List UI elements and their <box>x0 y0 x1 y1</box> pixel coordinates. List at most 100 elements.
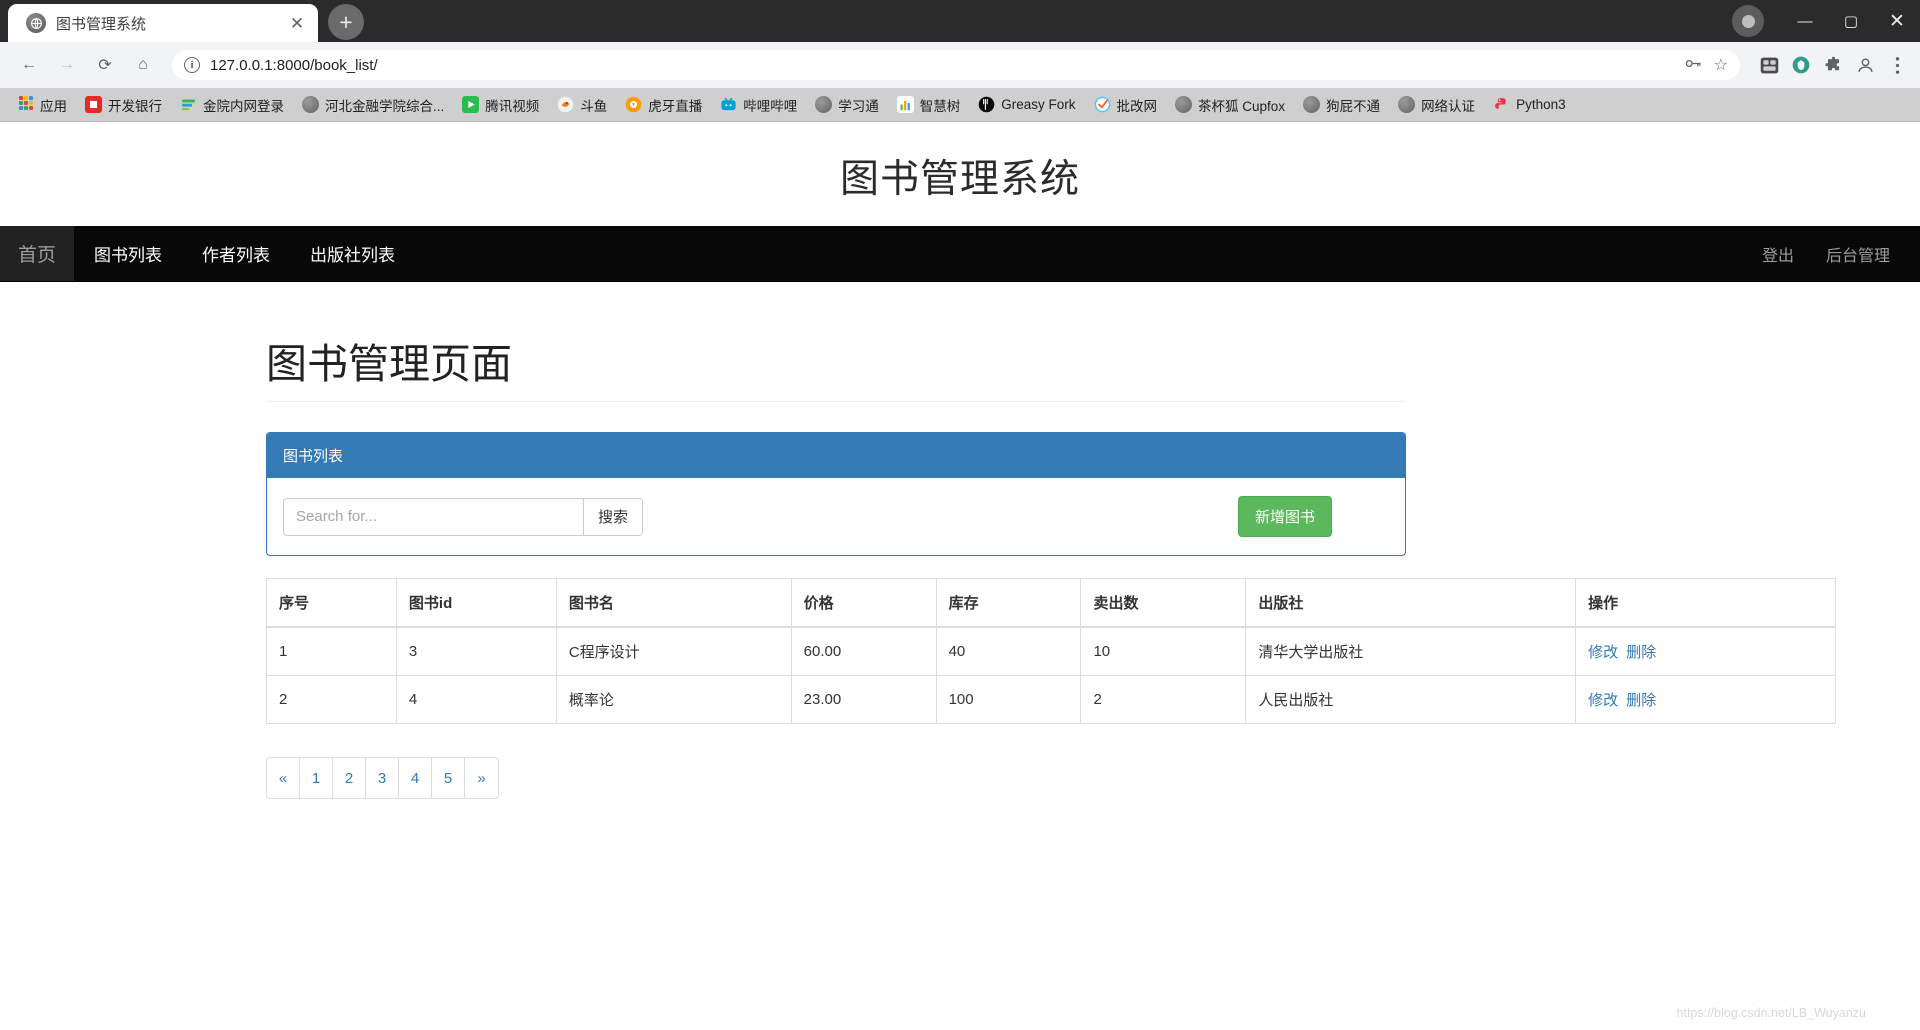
bookmark-zhihuishu[interactable]: 智慧树 <box>890 92 968 118</box>
url-text: 127.0.0.1:8000/book_list/ <box>210 56 378 74</box>
window-controls: — ▢ ✕ <box>1732 0 1920 42</box>
bookmark-pigai[interactable]: 批改网 <box>1087 92 1165 118</box>
bookmark-huya[interactable]: 虎牙直播 <box>618 92 709 118</box>
column-header-stock: 库存 <box>935 578 1082 628</box>
bookmark-label: 哔哩哔哩 <box>743 98 798 114</box>
check-icon <box>1094 96 1111 113</box>
nav-item-book-list[interactable]: 图书列表 <box>74 226 182 281</box>
window-close-button[interactable]: ✕ <box>1874 0 1920 42</box>
table-row: 1 3 C程序设计 60.00 40 10 清华大学出版社 修改 删除 <box>266 626 1836 676</box>
tab-title: 图书管理系统 <box>56 15 147 33</box>
browser-tab[interactable]: 图书管理系统 ✕ <box>8 4 318 42</box>
fish-icon <box>557 96 574 113</box>
profile-avatar-icon[interactable] <box>1854 54 1876 76</box>
address-bar[interactable]: i 127.0.0.1:8000/book_list/ ☆ <box>172 50 1740 80</box>
browser-toolbar: ← → ⟳ ⌂ i 127.0.0.1:8000/book_list/ ☆ <box>0 42 1920 88</box>
page-5[interactable]: 5 <box>432 758 465 798</box>
bookmark-label: 斗鱼 <box>580 98 608 114</box>
bookmark-label: Python3 <box>1516 97 1566 112</box>
bookmark-label: 学习通 <box>838 98 879 114</box>
reload-icon[interactable]: ⟳ <box>88 48 122 82</box>
cell-sold: 2 <box>1080 675 1247 724</box>
delete-link[interactable]: 删除 <box>1626 644 1656 661</box>
new-tab-button[interactable]: + <box>328 4 364 40</box>
bookmark-apps[interactable]: 应用 <box>10 92 74 118</box>
panel-body: 搜索 新增图书 <box>267 478 1405 555</box>
bookmark-goupi[interactable]: 狗屁不通 <box>1296 92 1387 118</box>
delete-link[interactable]: 删除 <box>1626 692 1656 709</box>
search-input[interactable] <box>283 497 583 536</box>
menu-icon[interactable] <box>1886 54 1908 76</box>
close-icon[interactable]: ✕ <box>286 12 308 34</box>
add-book-button[interactable]: 新增图书 <box>1238 496 1333 537</box>
bookmark-network-auth[interactable]: 网络认证 <box>1391 92 1482 118</box>
globe-icon <box>26 13 46 33</box>
cell-price: 23.00 <box>790 675 937 724</box>
bookmark-cupfox[interactable]: 茶杯狐 Cupfox <box>1168 92 1292 118</box>
bookmark-label: 狗屁不通 <box>1326 98 1381 114</box>
cell-book-name: 概率论 <box>555 675 792 724</box>
bookmark-label: 金院内网登录 <box>203 98 284 114</box>
cell-price: 60.00 <box>790 626 937 676</box>
bookmark-greasy-fork[interactable]: Greasy Fork <box>971 93 1082 116</box>
extension-icon[interactable] <box>1758 54 1780 76</box>
nav-item-logout[interactable]: 登出 <box>1746 226 1810 281</box>
bookmark-python3[interactable]: Python3 <box>1486 93 1573 116</box>
cell-sold: 10 <box>1080 626 1247 676</box>
page-1[interactable]: 1 <box>300 758 333 798</box>
bookmark-bank[interactable]: 开发银行 <box>78 92 169 118</box>
nav-item-admin[interactable]: 后台管理 <box>1810 226 1906 281</box>
cell-index: 2 <box>266 675 397 724</box>
home-icon[interactable]: ⌂ <box>126 48 160 82</box>
key-icon[interactable] <box>1685 57 1702 74</box>
table-row: 2 4 概率论 23.00 100 2 人民出版社 修改 删除 <box>266 675 1836 724</box>
bookmark-label: 河北金融学院综合... <box>325 98 445 114</box>
cell-book-id: 3 <box>395 626 557 676</box>
profile-icon[interactable] <box>1732 5 1764 37</box>
page-4[interactable]: 4 <box>399 758 432 798</box>
edit-link[interactable]: 修改 <box>1588 692 1618 709</box>
nav-item-home[interactable]: 首页 <box>0 226 75 281</box>
page-heading: 图书管理页面 <box>266 341 512 387</box>
bookmark-xuexitong[interactable]: 学习通 <box>808 92 886 118</box>
cell-publisher: 人民出版社 <box>1245 675 1577 724</box>
forward-icon[interactable]: → <box>50 48 84 82</box>
nav-item-publisher-list[interactable]: 出版社列表 <box>290 226 415 281</box>
puzzle-icon[interactable] <box>1822 54 1844 76</box>
shield-icon[interactable] <box>1790 54 1812 76</box>
minimize-button[interactable]: — <box>1782 0 1828 42</box>
page-prev[interactable]: « <box>267 758 300 798</box>
bookmark-bilibili[interactable]: 哔哩哔哩 <box>713 92 804 118</box>
bookmark-label: 茶杯狐 Cupfox <box>1198 98 1286 114</box>
page-container: 图书管理页面 图书列表 搜索 新增图书 <box>250 282 1836 799</box>
cell-stock: 40 <box>935 626 1082 676</box>
bookmark-douyu[interactable]: 斗鱼 <box>550 92 614 118</box>
bookmark-star-icon[interactable]: ☆ <box>1714 55 1728 75</box>
site-info-icon[interactable]: i <box>184 57 200 73</box>
page-3[interactable]: 3 <box>366 758 399 798</box>
bookmark-label: 腾讯视频 <box>485 98 540 114</box>
page-2[interactable]: 2 <box>333 758 366 798</box>
site-navbar: 首页 图书列表 作者列表 出版社列表 登出 后台管理 <box>0 226 1920 282</box>
play-icon <box>462 96 480 113</box>
bookmarks-bar: 应用 开发银行 金院内网登录 河北金融学院综合... 腾讯视频 斗鱼 虎牙直播 … <box>0 88 1920 122</box>
navbar-left: 首页 图书列表 作者列表 出版社列表 <box>0 226 415 281</box>
globe-icon <box>1303 96 1321 113</box>
bookmark-campus-net[interactable]: 金院内网登录 <box>173 92 291 118</box>
maximize-button[interactable]: ▢ <box>1828 0 1874 42</box>
bookmark-label: Greasy Fork <box>1001 97 1076 112</box>
table-header-row: 序号 图书id 图书名 价格 库存 卖出数 出版社 操作 <box>266 578 1836 628</box>
search-button[interactable]: 搜索 <box>582 497 643 536</box>
bookmark-tencent-video[interactable]: 腾讯视频 <box>455 92 546 118</box>
back-icon[interactable]: ← <box>12 48 46 82</box>
globe-icon <box>815 96 833 113</box>
apps-grid-icon <box>17 96 34 113</box>
huya-icon <box>625 96 642 113</box>
bookmark-hbfu[interactable]: 河北金融学院综合... <box>295 92 451 118</box>
nav-item-author-list[interactable]: 作者列表 <box>182 226 290 281</box>
page-title: 图书管理系统 <box>839 158 1080 201</box>
edit-link[interactable]: 修改 <box>1588 644 1618 661</box>
page-next[interactable]: » <box>465 758 498 798</box>
site-header: 图书管理系统 <box>0 122 1920 226</box>
browser-window: 图书管理系统 ✕ + — ▢ ✕ ← → ⟳ ⌂ i 127.0.0.1:800… <box>0 0 1920 1030</box>
